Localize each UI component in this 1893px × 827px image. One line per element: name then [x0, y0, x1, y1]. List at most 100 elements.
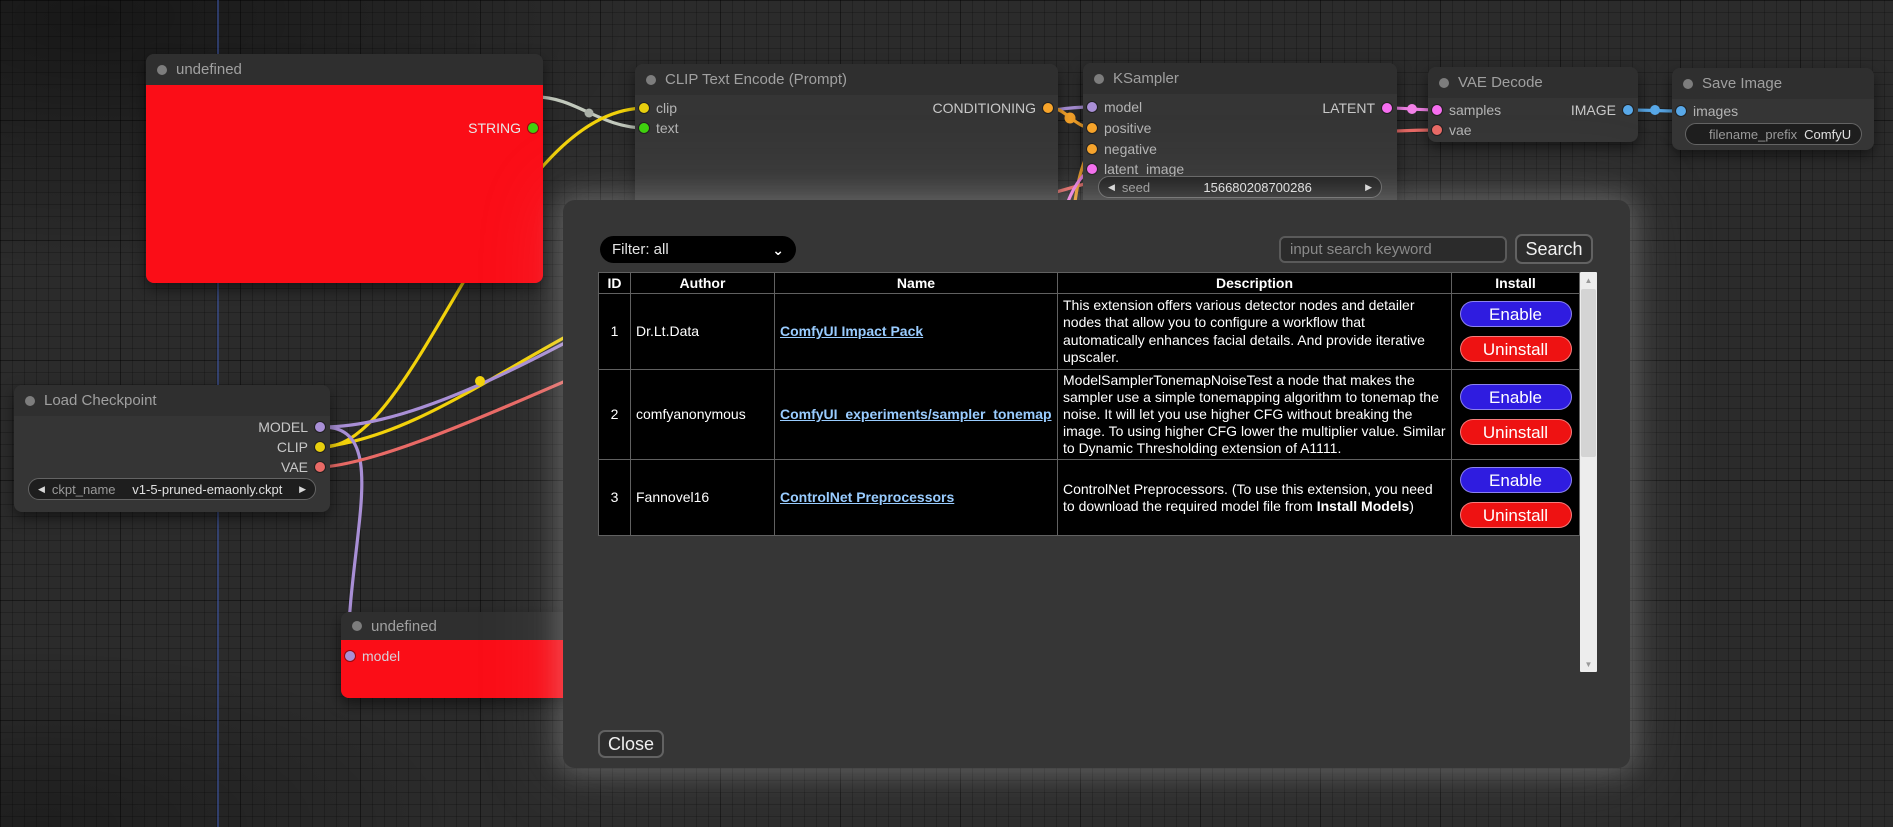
node-clip-text-encode[interactable]: CLIP Text Encode (Prompt) clip text COND… — [635, 64, 1058, 215]
collapse-dot-icon[interactable] — [1094, 74, 1104, 84]
cell-description: This extension offers various detector n… — [1058, 294, 1452, 370]
enable-button[interactable]: Enable — [1460, 384, 1572, 410]
table-row: 1 Dr.Lt.Data ComfyUI Impact Pack This ex… — [599, 294, 1580, 370]
port-dot-positive[interactable] — [1087, 123, 1097, 133]
node-title: Save Image — [1702, 75, 1782, 92]
node-ksampler[interactable]: KSampler model positive negative latent_… — [1083, 63, 1397, 215]
port-dot-model[interactable] — [1087, 102, 1097, 112]
enable-button[interactable]: Enable — [1460, 301, 1572, 327]
widget-label: ckpt_name — [52, 482, 116, 497]
header-description: Description — [1058, 273, 1452, 294]
close-button[interactable]: Close — [598, 730, 664, 758]
decrement-arrow-icon[interactable]: ◀ — [1108, 182, 1115, 193]
filename-prefix-widget[interactable]: filename_prefix ComfyUI — [1685, 123, 1862, 145]
filter-select[interactable]: Filter: all ⌄ — [600, 236, 796, 263]
port-dot-clip[interactable] — [315, 442, 325, 452]
comfyui-canvas[interactable]: undefined STRING CLIP Text Encode (Promp… — [0, 0, 1893, 827]
input-slot-text[interactable]: text — [639, 118, 679, 138]
node-body: STRING — [146, 85, 543, 283]
extension-name-link[interactable]: ComfyUI_experiments/sampler_tonemap — [780, 406, 1052, 422]
slot-label: STRING — [468, 120, 521, 136]
header-name: Name — [775, 273, 1058, 294]
scrollbar-up-arrow-icon[interactable]: ▲ — [1580, 272, 1597, 288]
port-dot-latent-image[interactable] — [1087, 164, 1097, 174]
collapse-dot-icon[interactable] — [352, 621, 362, 631]
node-title-bar: VAE Decode — [1428, 67, 1638, 98]
widget-label: filename_prefix — [1709, 127, 1797, 142]
widget-value[interactable]: ComfyUI — [1804, 127, 1852, 142]
ckpt-name-widget[interactable]: ◀ ckpt_name v1-5-pruned-emaonly.ckpt ▶ — [28, 478, 316, 500]
table-row: 2 comfyanonymous ComfyUI_experiments/sam… — [599, 370, 1580, 460]
port-dot-text[interactable] — [639, 123, 649, 133]
node-vae-decode[interactable]: VAE Decode samples vae IMAGE — [1428, 67, 1638, 142]
widget-value[interactable]: v1-5-pruned-emaonly.ckpt — [123, 482, 293, 497]
prev-arrow-icon[interactable]: ◀ — [38, 484, 45, 495]
input-slot-model[interactable]: model — [345, 646, 400, 666]
scrollbar-thumb[interactable] — [1581, 289, 1596, 457]
node-load-checkpoint[interactable]: Load Checkpoint MODEL CLIP VAE ◀ ckpt_na… — [14, 385, 330, 512]
collapse-dot-icon[interactable] — [1439, 78, 1449, 88]
input-slot-positive[interactable]: positive — [1087, 118, 1151, 138]
output-slot-vae[interactable]: VAE — [281, 457, 325, 477]
slot-label: MODEL — [258, 419, 308, 435]
port-dot-vae[interactable] — [315, 462, 325, 472]
node-undefined-bottom[interactable]: undefined model — [341, 612, 591, 698]
cell-description: ControlNet Preprocessors. (To use this e… — [1058, 460, 1452, 536]
collapse-dot-icon[interactable] — [25, 396, 35, 406]
node-title-bar: Load Checkpoint — [14, 385, 330, 416]
port-dot-samples[interactable] — [1432, 105, 1442, 115]
uninstall-button[interactable]: Uninstall — [1460, 336, 1572, 362]
port-dot-string[interactable] — [528, 123, 538, 133]
link-string-to-text — [536, 97, 646, 128]
port-dot-negative[interactable] — [1087, 144, 1097, 154]
input-slot-negative[interactable]: negative — [1087, 139, 1157, 159]
collapse-dot-icon[interactable] — [646, 75, 656, 85]
node-title-bar: undefined — [146, 54, 543, 85]
input-slot-vae[interactable]: vae — [1432, 120, 1472, 140]
extension-name-link[interactable]: ComfyUI Impact Pack — [780, 323, 923, 339]
collapse-dot-icon[interactable] — [157, 65, 167, 75]
output-slot-image[interactable]: IMAGE — [1571, 100, 1633, 120]
port-dot-model[interactable] — [345, 651, 355, 661]
cell-description: ModelSamplerTonemapNoiseTest a node that… — [1058, 370, 1452, 460]
input-slot-images[interactable]: images — [1676, 101, 1738, 121]
table-row: 3 Fannovel16 ControlNet Preprocessors Co… — [599, 460, 1580, 536]
scrollbar-down-arrow-icon[interactable]: ▼ — [1580, 656, 1597, 672]
uninstall-button[interactable]: Uninstall — [1460, 502, 1572, 528]
search-input[interactable] — [1279, 236, 1507, 263]
cell-id: 2 — [599, 370, 631, 460]
node-title-bar: undefined — [341, 612, 591, 640]
table-scrollbar[interactable]: ▲ ▼ — [1580, 272, 1597, 672]
input-slot-model[interactable]: model — [1087, 97, 1142, 117]
node-title-bar: Save Image — [1672, 68, 1874, 99]
port-dot-clip[interactable] — [639, 103, 649, 113]
widget-value[interactable]: 156680208700286 — [1157, 180, 1358, 195]
node-save-image[interactable]: Save Image images filename_prefix ComfyU… — [1672, 68, 1874, 150]
output-slot-model[interactable]: MODEL — [258, 417, 325, 437]
input-slot-samples[interactable]: samples — [1432, 100, 1501, 120]
collapse-dot-icon[interactable] — [1683, 79, 1693, 89]
cell-author: comfyanonymous — [631, 370, 775, 460]
extension-name-link[interactable]: ControlNet Preprocessors — [780, 489, 954, 505]
input-slot-clip[interactable]: clip — [639, 98, 677, 118]
port-dot-vae[interactable] — [1432, 125, 1442, 135]
seed-widget[interactable]: ◀ seed 156680208700286 ▶ — [1098, 176, 1382, 198]
port-dot-images[interactable] — [1676, 106, 1686, 116]
output-slot-conditioning[interactable]: CONDITIONING — [933, 98, 1053, 118]
filter-select-value: Filter: all — [612, 241, 669, 258]
uninstall-button[interactable]: Uninstall — [1460, 419, 1572, 445]
port-dot-image[interactable] — [1623, 105, 1633, 115]
output-slot-latent[interactable]: LATENT — [1322, 98, 1392, 118]
node-body: clip text CONDITIONING — [635, 95, 1058, 215]
port-dot-model[interactable] — [315, 422, 325, 432]
port-dot-conditioning[interactable] — [1043, 103, 1053, 113]
port-dot-latent[interactable] — [1382, 103, 1392, 113]
next-arrow-icon[interactable]: ▶ — [299, 484, 306, 495]
output-slot-clip[interactable]: CLIP — [277, 437, 325, 457]
search-button[interactable]: Search — [1515, 234, 1593, 264]
node-undefined-top[interactable]: undefined STRING — [146, 54, 543, 283]
enable-button[interactable]: Enable — [1460, 467, 1572, 493]
output-slot-string[interactable]: STRING — [468, 118, 538, 138]
increment-arrow-icon[interactable]: ▶ — [1365, 182, 1372, 193]
node-body: model — [341, 640, 591, 698]
